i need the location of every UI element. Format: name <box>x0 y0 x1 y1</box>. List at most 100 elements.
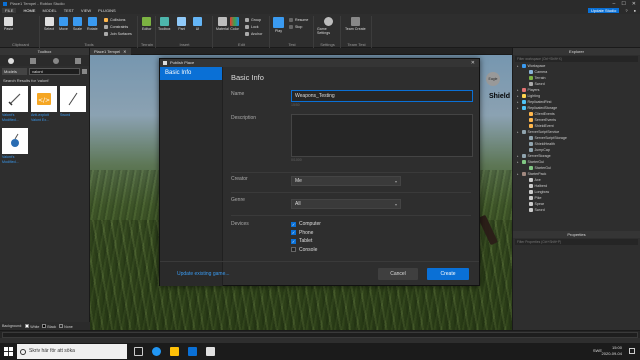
expand-arrow-icon[interactable]: ▸ <box>517 100 520 104</box>
store-icon[interactable] <box>188 347 197 356</box>
constraints-toggle[interactable]: Constraints <box>104 25 128 29</box>
ui-icon <box>193 17 202 26</box>
tab-view[interactable]: VIEW <box>81 8 91 13</box>
device-console-checkbox[interactable]: Console <box>291 246 321 255</box>
explorer-item-label: Sword <box>534 208 545 212</box>
notifications-icon[interactable] <box>629 348 635 354</box>
expand-arrow-icon[interactable]: ▸ <box>517 160 520 164</box>
device-computer-checkbox[interactable]: ✓ Computer <box>291 220 321 229</box>
expand-arrow-icon[interactable]: ▸ <box>517 130 520 134</box>
dialog-footer: Update existing game... Cancel Create <box>160 261 479 285</box>
team-create-icon <box>350 17 360 26</box>
move-button[interactable]: Move <box>59 17 68 31</box>
tab-test[interactable]: TEST <box>64 8 74 13</box>
properties-filter-input[interactable]: Filter Properties (Ctrl+Shift+P) <box>515 239 638 245</box>
properties-title: Properties <box>513 231 640 238</box>
rotate-button[interactable]: Rotate <box>87 17 98 31</box>
result-item[interactable]: Sword <box>60 86 87 126</box>
paste-button[interactable]: Paste <box>4 17 13 31</box>
category-dropdown[interactable]: Models <box>2 68 27 75</box>
result-item[interactable]: Valont's Modified... <box>2 128 29 168</box>
file-explorer-icon[interactable] <box>170 347 179 356</box>
expand-arrow-icon[interactable]: ▸ <box>517 106 520 110</box>
maximize-icon[interactable]: ☐ <box>621 1 625 7</box>
create-button[interactable]: Create <box>427 268 469 280</box>
tab-home[interactable]: HOME <box>23 8 35 13</box>
tab-plugins[interactable]: PLUGINS <box>98 8 116 13</box>
genre-dropdown[interactable]: All ▾ <box>291 199 401 209</box>
group-button[interactable]: Group <box>245 18 261 22</box>
cancel-button[interactable]: Cancel <box>378 268 418 280</box>
windows-start-icon[interactable] <box>4 347 13 356</box>
tab-model[interactable]: MODEL <box>42 8 56 13</box>
expand-arrow-icon[interactable]: ▸ <box>517 88 520 92</box>
result-item[interactable]: Valont's Modified... <box>2 86 29 126</box>
color-button[interactable]: Color <box>230 17 239 31</box>
name-input[interactable]: Weapons_Testing <box>291 90 473 102</box>
background-none-option[interactable]: None <box>59 323 73 329</box>
select-button[interactable]: Select <box>44 17 54 31</box>
close-tab-icon[interactable]: ✕ <box>123 49 126 54</box>
update-existing-game-link[interactable]: Update existing game... <box>177 271 230 277</box>
game-settings-button[interactable]: Game Settings <box>317 17 340 35</box>
group-inventory-icon[interactable] <box>74 57 81 64</box>
collisions-toggle[interactable]: Collisions <box>104 18 125 22</box>
explorer-item[interactable]: Sword <box>515 207 640 213</box>
sidebar-item-basic-info[interactable]: Basic Info <box>160 67 222 80</box>
team-create-button[interactable]: Team Create <box>345 17 366 31</box>
task-view-icon[interactable] <box>134 347 143 356</box>
filter-icon[interactable] <box>82 69 87 74</box>
minimize-icon[interactable]: – <box>613 1 616 7</box>
expand-arrow-icon[interactable]: ▸ <box>517 64 520 68</box>
close-icon[interactable]: ✕ <box>632 1 636 7</box>
tab-place1-tempel[interactable]: Place1 Tempel ✕ <box>90 48 131 55</box>
studio-logo-icon <box>163 61 167 65</box>
title-bar: Place1 Tempel - Roblox Studio – ☐ ✕ <box>0 0 640 7</box>
dialog-title-bar: Publish Place ✕ <box>160 59 479 67</box>
creator-dropdown[interactable]: Me ▾ <box>291 176 401 186</box>
background-black-option[interactable]: Black <box>42 323 56 329</box>
lock-icon <box>245 25 249 29</box>
expand-arrow-icon[interactable]: ▸ <box>517 94 520 98</box>
explorer-item-label: ServerScriptStorage <box>534 136 567 140</box>
expand-arrow-icon[interactable]: ▸ <box>517 172 520 176</box>
background-white-option[interactable]: White <box>25 323 39 329</box>
stop-button[interactable]: Stop <box>289 25 302 29</box>
taskbar-search-input[interactable]: Skriv här för att söka <box>17 344 127 359</box>
expand-arrow-icon[interactable]: ▸ <box>517 154 520 158</box>
move-icon <box>59 17 68 26</box>
result-item[interactable]: </> Anti-exploit Valont Ex... <box>31 86 58 126</box>
help-icon[interactable]: ? <box>625 8 627 13</box>
device-tablet-checkbox[interactable]: ✓ Tablet <box>291 237 321 246</box>
play-button[interactable]: Play <box>273 17 284 33</box>
close-dialog-icon[interactable]: ✕ <box>471 59 475 67</box>
explorer-filter-input[interactable]: Filter workspace (Ctrl+Shift+X) <box>515 56 638 62</box>
explorer-item-label: ServerStorage <box>527 154 551 158</box>
edit-group: Material Color Group Lock Anchor Edit <box>214 16 270 48</box>
anchor-button[interactable]: Anchor <box>245 32 262 36</box>
explorer-item-label: Workspace <box>527 64 546 68</box>
marketplace-icon[interactable] <box>8 57 15 64</box>
inventory-icon[interactable] <box>30 57 37 64</box>
file-menu[interactable]: FILE <box>2 8 17 13</box>
join-surfaces-toggle[interactable]: Join Surfaces <box>104 32 132 36</box>
system-clock[interactable]: 15:00 2020-09-04 <box>602 345 622 357</box>
material-button[interactable]: Material <box>216 17 229 31</box>
scale-button[interactable]: Scale <box>73 17 82 31</box>
device-phone-checkbox[interactable]: ✓ Phone <box>291 229 321 238</box>
ui-button[interactable]: UI <box>193 17 202 31</box>
edge-browser-icon[interactable] <box>152 347 161 356</box>
lock-button[interactable]: Lock <box>245 25 259 29</box>
toolbox-button[interactable]: Toolbox <box>158 17 170 31</box>
resume-button[interactable]: Resume <box>289 18 308 22</box>
terrain-editor-button[interactable]: Editor <box>142 17 151 31</box>
part-button[interactable]: Part <box>177 17 186 31</box>
user-icon[interactable]: ● <box>634 8 636 13</box>
update-studio-button[interactable]: Update Studio <box>587 8 620 13</box>
toolbox-search-input[interactable]: valont <box>29 68 80 75</box>
roblox-studio-taskbar-icon[interactable] <box>206 347 215 356</box>
description-input[interactable] <box>291 114 473 157</box>
toolbox-icon <box>159 17 169 26</box>
recent-icon[interactable] <box>52 57 59 64</box>
instance-icon <box>522 100 526 104</box>
